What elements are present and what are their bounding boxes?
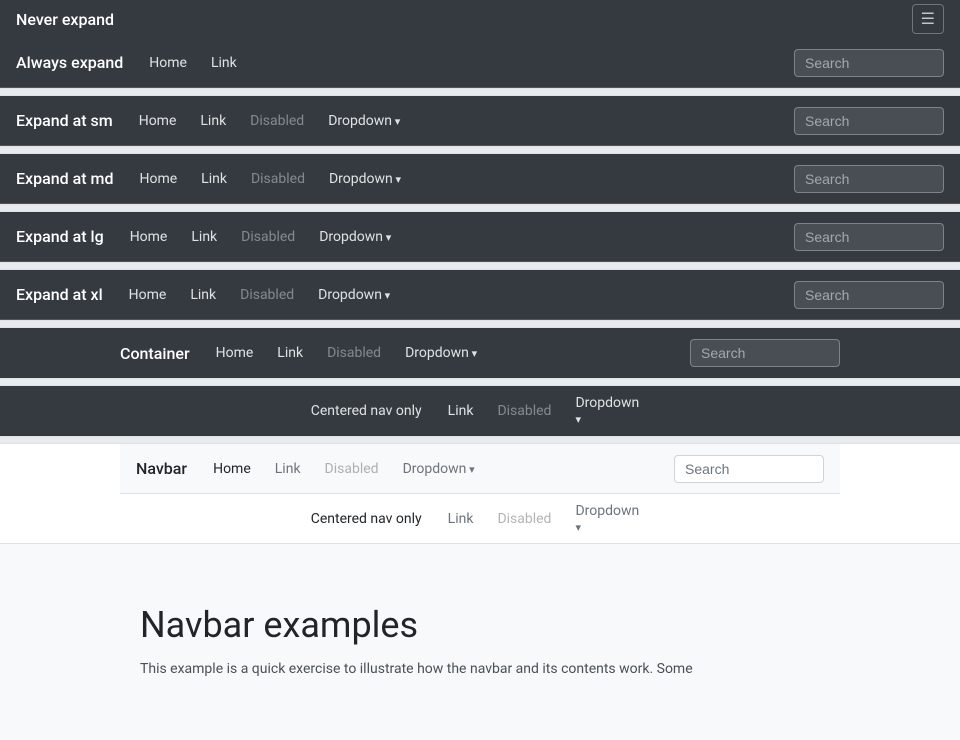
never-expand-brand: Never expand	[16, 10, 114, 29]
centered-navbar-1: Centered nav only Link Disabled Dropdown	[0, 386, 960, 436]
main-content: Navbar examples This example is a quick …	[120, 564, 840, 720]
nav-links-light: Home Link Disabled Dropdown	[203, 453, 674, 485]
nav-link-home-light[interactable]: Home	[203, 453, 261, 485]
nav-link-home-3[interactable]: Home	[120, 221, 178, 253]
container-navbar: Container Home Link Disabled Dropdown	[0, 328, 960, 378]
navbar-right-1	[794, 107, 944, 135]
light-navbar: Navbar Home Link Disabled Dropdown	[120, 444, 840, 494]
navbar-right-4	[794, 281, 944, 309]
nav-link-link-3[interactable]: Link	[181, 221, 227, 253]
search-input-0[interactable]	[794, 49, 944, 77]
navbar-right-light	[674, 455, 824, 483]
search-input-light[interactable]	[674, 455, 824, 483]
search-input-3[interactable]	[794, 223, 944, 251]
nav-link-home-c[interactable]: Home	[206, 337, 264, 369]
nav-link-disabled-cen1: Disabled	[487, 395, 561, 427]
navbar-brand-md: Expand at md	[16, 169, 113, 188]
centered-nav-links-2: Link Disabled Dropdown	[438, 495, 650, 543]
nav-links-xl: Home Link Disabled Dropdown	[119, 279, 794, 311]
nav-link-dropdown-light[interactable]: Dropdown	[393, 453, 485, 485]
expand-lg-navbar: Expand at lg Home Link Disabled Dropdown	[0, 212, 960, 262]
nav-links-md: Home Link Disabled Dropdown	[129, 163, 794, 195]
nav-link-home-4[interactable]: Home	[119, 279, 177, 311]
never-expand-navbar: Never expand ☰	[0, 0, 960, 38]
search-input-1[interactable]	[794, 107, 944, 135]
separator-0	[0, 88, 960, 96]
nav-link-disabled-1: Disabled	[240, 105, 314, 137]
centered-nav-label-1: Centered nav only	[311, 403, 422, 419]
search-input-container[interactable]	[690, 339, 840, 367]
navbar-brand-container: Container	[120, 344, 190, 363]
centered-nav-links-1: Link Disabled Dropdown	[438, 387, 650, 435]
nav-link-disabled-3: Disabled	[231, 221, 305, 253]
expand-sm-navbar: Expand at sm Home Link Disabled Dropdown	[0, 96, 960, 146]
nav-link-dropdown-cen1[interactable]: Dropdown	[565, 387, 649, 435]
nav-link-disabled-light: Disabled	[315, 453, 389, 485]
navbar-brand-xl: Expand at xl	[16, 285, 103, 304]
navbar-brand-light: Navbar	[136, 459, 187, 478]
centered-navbar-2: Centered nav only Link Disabled Dropdown	[0, 494, 960, 544]
navbar-right-container	[690, 339, 840, 367]
expand-md-navbar: Expand at md Home Link Disabled Dropdown	[0, 154, 960, 204]
nav-link-link-0[interactable]: Link	[201, 47, 247, 79]
light-navbar-wrapper: Navbar Home Link Disabled Dropdown	[0, 444, 960, 494]
nav-link-home-0[interactable]: Home	[139, 47, 197, 79]
navbar-brand-sm: Expand at sm	[16, 111, 113, 130]
nav-link-disabled-4: Disabled	[230, 279, 304, 311]
separator-5	[0, 378, 960, 386]
nav-link-link-4[interactable]: Link	[180, 279, 226, 311]
nav-link-home-1[interactable]: Home	[129, 105, 187, 137]
nav-link-link-1[interactable]: Link	[190, 105, 236, 137]
search-input-4[interactable]	[794, 281, 944, 309]
navbar-brand-lg: Expand at lg	[16, 227, 104, 246]
nav-links-lg: Home Link Disabled Dropdown	[120, 221, 794, 253]
page-description: This example is a quick exercise to illu…	[140, 658, 820, 680]
main-content-wrapper: Navbar examples This example is a quick …	[0, 544, 960, 740]
nav-link-dropdown-3[interactable]: Dropdown	[309, 221, 401, 253]
nav-link-disabled-cen2: Disabled	[487, 503, 561, 535]
navbar-toggler[interactable]: ☰	[912, 4, 944, 34]
always-expand-navbar: Always expand Home Link	[0, 38, 960, 88]
navbar-right-0	[794, 49, 944, 77]
nav-link-dropdown-cen2[interactable]: Dropdown	[565, 495, 649, 543]
nav-link-dropdown-4[interactable]: Dropdown	[308, 279, 400, 311]
nav-link-link-light[interactable]: Link	[265, 453, 311, 485]
navbar-right-3	[794, 223, 944, 251]
light-navbar-container: Navbar Home Link Disabled Dropdown	[120, 444, 840, 494]
nav-link-link-cen1[interactable]: Link	[438, 395, 484, 427]
separator-1	[0, 146, 960, 154]
separator-6	[0, 436, 960, 444]
nav-link-disabled-2: Disabled	[241, 163, 315, 195]
separator-3	[0, 262, 960, 270]
nav-link-home-2[interactable]: Home	[129, 163, 187, 195]
expand-xl-navbar: Expand at xl Home Link Disabled Dropdown	[0, 270, 960, 320]
nav-links-sm: Home Link Disabled Dropdown	[129, 105, 794, 137]
navbar-brand-always-expand: Always expand	[16, 53, 123, 72]
separator-2	[0, 204, 960, 212]
nav-links-container: Home Link Disabled Dropdown	[206, 337, 690, 369]
search-input-2[interactable]	[794, 165, 944, 193]
nav-link-disabled-c: Disabled	[317, 337, 391, 369]
separator-4	[0, 320, 960, 328]
page-title: Navbar examples	[140, 604, 820, 646]
nav-links-always-expand: Home Link	[139, 47, 794, 79]
nav-link-link-2[interactable]: Link	[191, 163, 237, 195]
nav-link-dropdown-c[interactable]: Dropdown	[395, 337, 487, 369]
nav-link-link-c[interactable]: Link	[267, 337, 313, 369]
nav-link-link-cen2[interactable]: Link	[438, 503, 484, 535]
centered-nav-label-2: Centered nav only	[311, 511, 422, 527]
nav-link-dropdown-1[interactable]: Dropdown	[318, 105, 410, 137]
container-inner: Container Home Link Disabled Dropdown	[120, 328, 840, 378]
navbar-right-2	[794, 165, 944, 193]
nav-link-dropdown-2[interactable]: Dropdown	[319, 163, 411, 195]
